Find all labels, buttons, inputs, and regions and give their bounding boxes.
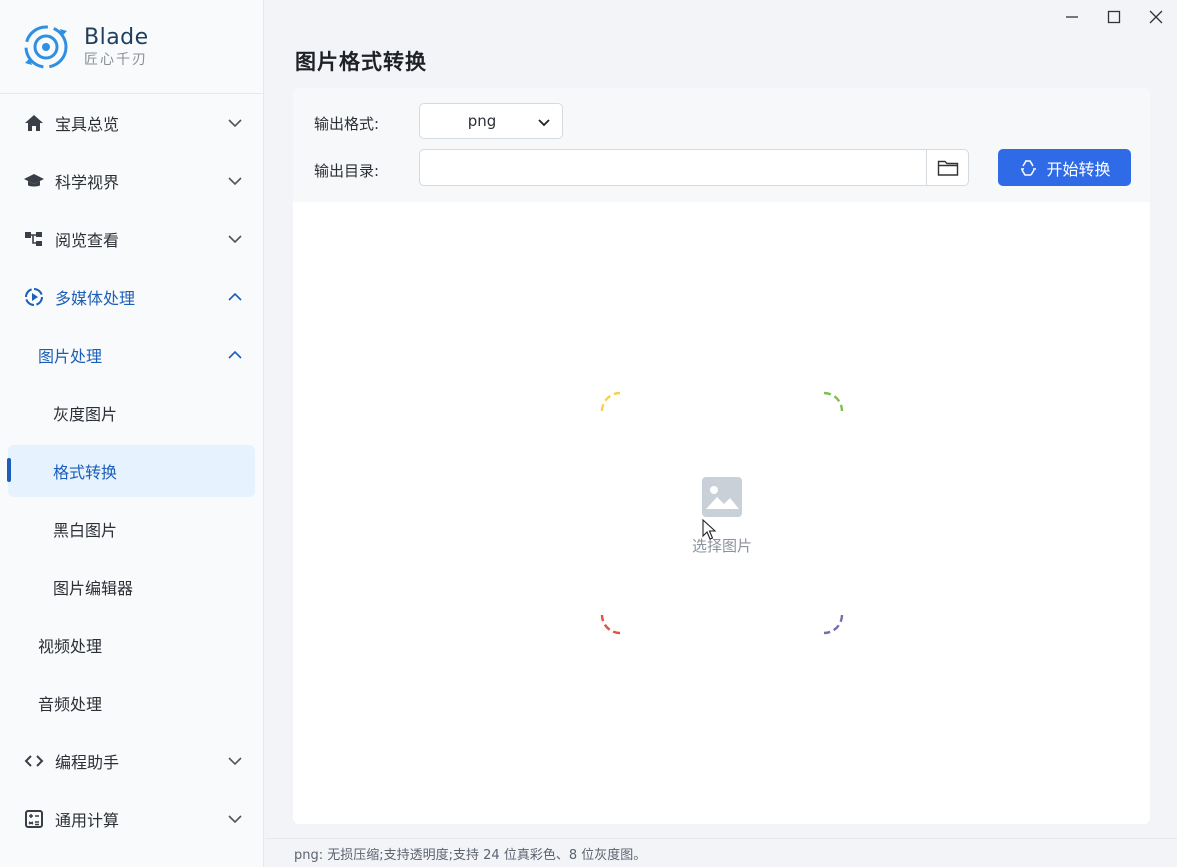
output-dir-label: 输出目录: <box>314 162 380 180</box>
mouse-cursor-icon <box>702 519 717 540</box>
sidebar-item-label: 宝具总览 <box>55 115 120 134</box>
sidebar-item-label: 黑白图片 <box>53 521 118 540</box>
calculator-icon <box>25 810 43 828</box>
minimize-icon <box>1066 16 1078 18</box>
sidebar-item-overview[interactable]: 宝具总览 <box>0 94 263 152</box>
format-select-value: png <box>467 112 497 130</box>
sidebar: Blade 匠心千刃 宝具总览 科学视界 阅览查看 多媒体处理 图片处理 灰度图… <box>0 0 264 867</box>
sidebar-item-calculator[interactable]: 通用计算 <box>0 790 263 848</box>
sidebar-item-audio[interactable]: 音频处理 <box>0 674 263 732</box>
chevron-up-icon <box>228 350 242 359</box>
maximize-button[interactable] <box>1093 0 1135 34</box>
chevron-down-icon <box>538 119 550 127</box>
sidebar-item-label: 图片处理 <box>38 347 103 366</box>
close-button[interactable] <box>1135 0 1177 34</box>
brand-name: Blade <box>84 24 149 50</box>
home-icon <box>25 115 43 131</box>
image-icon <box>702 477 742 517</box>
sidebar-item-image-processing[interactable]: 图片处理 <box>0 326 263 384</box>
brand: Blade 匠心千刃 <box>0 0 263 94</box>
sidebar-item-multimedia[interactable]: 多媒体处理 <box>0 268 263 326</box>
sidebar-item-label: 编程助手 <box>55 753 120 772</box>
start-convert-button[interactable]: 开始转换 <box>998 149 1131 186</box>
sidebar-item-reading[interactable]: 阅览查看 <box>0 210 263 268</box>
format-select[interactable]: png <box>419 103 563 139</box>
sidebar-item-label: 阅览查看 <box>55 231 120 250</box>
folder-icon <box>937 160 958 176</box>
format-label: 输出格式: <box>314 115 380 133</box>
sidebar-item-label: 灰度图片 <box>53 405 118 424</box>
main-area: 图片格式转换 输出格式: png 输出目录: 开始转换 选择图片 png: 无损… <box>265 0 1177 867</box>
chevron-down-icon <box>228 119 242 128</box>
sitemap-icon <box>25 232 42 246</box>
sidebar-item-coding[interactable]: 编程助手 <box>0 732 263 790</box>
sidebar-item-image-editor[interactable]: 图片编辑器 <box>0 558 263 616</box>
sidebar-item-format-convert[interactable]: 格式转换 <box>0 442 263 500</box>
sidebar-item-label: 通用计算 <box>55 811 120 830</box>
sidebar-item-label: 多媒体处理 <box>55 289 136 308</box>
options-toolbar: 输出格式: png 输出目录: 开始转换 <box>293 88 1150 202</box>
sidebar-item-label: 图片编辑器 <box>53 579 134 598</box>
image-dropzone[interactable]: 选择图片 <box>600 391 844 635</box>
window-controls <box>1051 0 1177 34</box>
minimize-button[interactable] <box>1051 0 1093 34</box>
close-icon <box>1149 10 1163 24</box>
play-circle-icon <box>25 288 43 306</box>
start-convert-label: 开始转换 <box>1046 159 1111 179</box>
chevron-down-icon <box>228 815 242 824</box>
sidebar-menu: 宝具总览 科学视界 阅览查看 多媒体处理 图片处理 灰度图片 格式转换 黑白图片… <box>0 94 263 848</box>
browse-folder-button[interactable] <box>926 149 969 186</box>
blade-logo-icon <box>24 25 68 68</box>
sidebar-item-label: 科学视界 <box>55 173 120 192</box>
sidebar-item-label: 格式转换 <box>53 463 118 482</box>
graduation-cap-icon <box>24 174 44 187</box>
chevron-down-icon <box>228 235 242 244</box>
maximize-icon <box>1107 10 1121 24</box>
sidebar-item-label: 视频处理 <box>38 637 103 656</box>
active-highlight <box>8 445 255 497</box>
sidebar-item-video[interactable]: 视频处理 <box>0 616 263 674</box>
chevron-down-icon <box>228 177 242 186</box>
page-title: 图片格式转换 <box>295 50 427 74</box>
brand-subtitle: 匠心千刃 <box>84 51 148 68</box>
status-bar: png: 无损压缩;支持透明度;支持 24 位真彩色、8 位灰度图。 <box>265 838 1177 867</box>
content-card: 输出格式: png 输出目录: 开始转换 选择图片 <box>293 88 1150 824</box>
sidebar-item-black-white[interactable]: 黑白图片 <box>0 500 263 558</box>
code-icon <box>24 755 44 767</box>
sidebar-item-science[interactable]: 科学视界 <box>0 152 263 210</box>
dropzone-label: 选择图片 <box>691 537 752 555</box>
output-dir-input[interactable] <box>419 149 927 186</box>
sidebar-item-grayscale[interactable]: 灰度图片 <box>0 384 263 442</box>
chevron-down-icon <box>228 757 242 766</box>
chevron-up-icon <box>228 292 242 301</box>
active-indicator <box>7 458 11 482</box>
sidebar-item-label: 音频处理 <box>38 695 103 714</box>
recycle-icon <box>1021 159 1037 176</box>
